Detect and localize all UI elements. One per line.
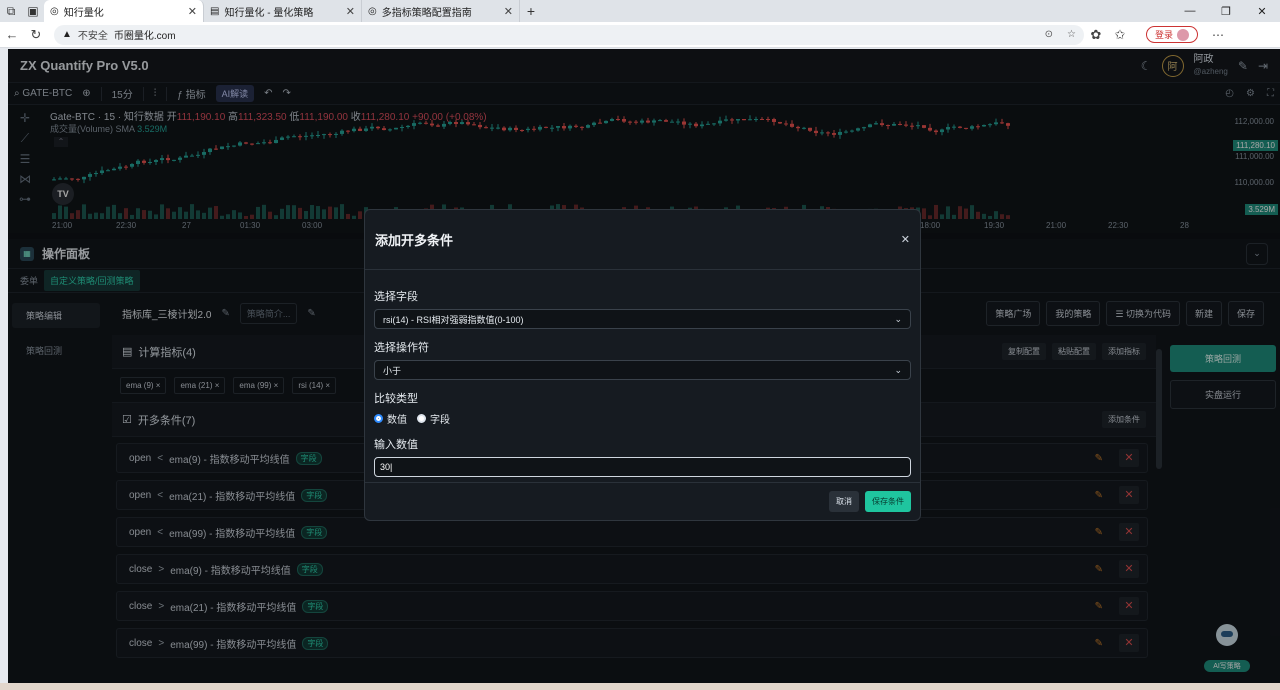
compare-type-radios: 数值 字段 <box>374 411 911 426</box>
radio-value[interactable]: 数值 <box>374 411 407 426</box>
url-field[interactable]: ▲ 不安全 币圈量化.com ⊙ ☆ <box>54 24 1084 45</box>
browser-tab-2[interactable]: ▤ 知行量化 - 量化策略 ✕ <box>204 0 362 22</box>
modal-header: 添加开多条件 ✕ <box>365 210 920 270</box>
more-icon[interactable]: ⋯ <box>1212 28 1224 42</box>
compare-type-label: 比较类型 <box>374 393 418 405</box>
url-text: 币圈量化.com <box>113 31 176 42</box>
browser-tab-3[interactable]: ◎ 多指标策略配置指南 ✕ <box>362 0 520 22</box>
input-label: 输入数值 <box>374 439 418 451</box>
extensions-icon[interactable]: ✿ <box>1084 27 1108 43</box>
reader-icon[interactable]: ⊙ <box>1045 29 1053 40</box>
browser-tab-bar: ⧉ ▣ ◎ 知行量化 ✕ ▤ 知行量化 - 量化策略 ✕ ◎ 多指标策略配置指南… <box>0 0 1280 22</box>
login-button[interactable]: 登录 <box>1146 26 1199 43</box>
close-tab-icon[interactable]: ✕ <box>346 5 355 18</box>
close-icon[interactable]: ✕ <box>901 233 910 246</box>
operator-select[interactable]: 小于 ⌄ <box>374 360 911 380</box>
field-label: 选择字段 <box>374 291 418 303</box>
browser-tab-1[interactable]: ◎ 知行量化 ✕ <box>44 0 204 22</box>
taskbar-strip <box>0 683 1280 690</box>
close-tab-icon[interactable]: ✕ <box>504 5 513 18</box>
minimize-icon[interactable]: — <box>1172 5 1208 18</box>
favorite-icon[interactable]: ☆ <box>1067 29 1076 40</box>
radio-selected-icon <box>374 414 383 423</box>
page-icon: ▤ <box>210 5 220 17</box>
back-icon[interactable]: ← <box>0 27 24 42</box>
chevron-down-icon: ⌄ <box>894 364 902 375</box>
modal-body: 选择字段 rsi(14) - RSI相对强弱指数值(0-100) ⌄ 选择操作符… <box>365 270 920 477</box>
new-tab-button[interactable]: + <box>520 3 542 19</box>
globe-icon: ◎ <box>50 5 59 17</box>
field-select[interactable]: rsi(14) - RSI相对强弱指数值(0-100) ⌄ <box>374 309 911 329</box>
globe-icon: ◎ <box>368 5 377 17</box>
tab-actions-icon[interactable]: ▣ <box>22 0 44 22</box>
reload-icon[interactable]: ↻ <box>24 27 48 43</box>
value-input[interactable]: 30 | <box>374 457 911 477</box>
workspaces-icon[interactable]: ⧉ <box>0 0 22 22</box>
cancel-button[interactable]: 取消 <box>829 491 859 512</box>
add-condition-modal: 添加开多条件 ✕ 选择字段 rsi(14) - RSI相对强弱指数值(0-100… <box>364 209 921 521</box>
close-tab-icon[interactable]: ✕ <box>188 5 197 18</box>
modal-footer: 取消 保存条件 <box>365 482 920 520</box>
address-bar: ← ↻ ▲ 不安全 币圈量化.com ⊙ ☆ ✿ ✩ 登录 ⋯ <box>0 22 1280 48</box>
chevron-down-icon: ⌄ <box>894 313 902 324</box>
radio-icon <box>417 414 426 423</box>
warning-icon: ▲ <box>62 29 72 40</box>
text-cursor: | <box>390 462 393 472</box>
window-controls: — ❐ ✕ <box>1172 5 1280 18</box>
operator-label: 选择操作符 <box>374 342 429 354</box>
radio-field[interactable]: 字段 <box>417 411 450 426</box>
close-window-icon[interactable]: ✕ <box>1244 5 1280 18</box>
profile-avatar <box>1177 28 1190 41</box>
save-condition-button[interactable]: 保存条件 <box>865 491 911 512</box>
modal-title: 添加开多条件 <box>375 233 454 248</box>
favorites-icon[interactable]: ✩ <box>1108 27 1132 43</box>
restore-icon[interactable]: ❐ <box>1208 5 1244 18</box>
